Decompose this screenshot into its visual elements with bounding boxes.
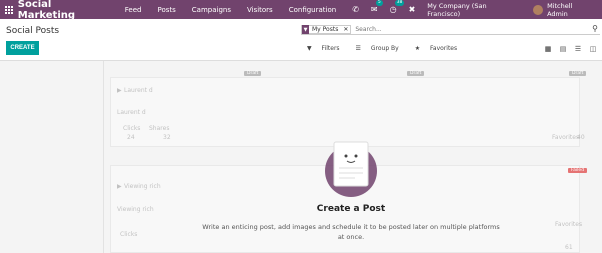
search-options: ▼ Filters ☰ Group By ★ Favorites — [307, 45, 473, 52]
failed-tag: Failed — [568, 168, 588, 173]
star-icon: ★ — [414, 45, 421, 52]
menu-posts[interactable]: Posts — [157, 6, 175, 14]
ghost-text: Laurent d — [117, 109, 146, 116]
pivot-view-icon[interactable]: ◫ — [586, 44, 600, 53]
activities-badge: 38 — [394, 0, 405, 6]
ghost-text: Shares — [149, 125, 170, 132]
search-icon[interactable]: ⚲ — [592, 24, 598, 33]
search-bar: ▼ My Posts ✕ ⚲ — [301, 24, 600, 35]
search-facet: ▼ My Posts ✕ — [301, 25, 352, 34]
top-navbar: Social Marketing Feed Posts Campaigns Vi… — [0, 0, 602, 21]
view-switcher: ▦ ▤ ☰ ◫ — [541, 44, 601, 53]
draft-tag: Draft — [407, 71, 425, 76]
filter-icon: ▼ — [302, 25, 309, 34]
list-view-icon[interactable]: ☰ — [571, 44, 585, 53]
helper-text: Write an enticing post, add images and s… — [202, 223, 500, 241]
post-illustration — [325, 141, 377, 197]
ghost-text: Clicks — [120, 231, 138, 238]
facet-label: My Posts — [312, 26, 339, 33]
messages-icon[interactable]: ✉ 5 — [371, 0, 383, 14]
ghost-value: 40 — [577, 134, 585, 141]
menu-visitors[interactable]: Visitors — [247, 6, 273, 14]
apps-menu-icon[interactable] — [0, 0, 18, 19]
filters-button[interactable]: ▼ Filters — [307, 45, 348, 52]
menu-campaigns[interactable]: Campaigns — [192, 6, 231, 14]
debug-tools-icon[interactable]: ✖ — [409, 5, 416, 14]
control-panel: Social Posts CREATE ▼ My Posts ✕ ⚲ ▼ Fil… — [0, 19, 602, 61]
favorites-label: Favorites — [430, 45, 458, 52]
user-menu[interactable]: Mitchell Admin — [547, 2, 594, 18]
systray: ✆ ✉ 5 ◷ 38 ✖ My Company (San Francisco) Mi… — [352, 0, 602, 19]
create-button[interactable]: CREATE — [6, 41, 39, 55]
draft-tag: Draft — [569, 71, 587, 76]
ghost-value: 61 — [565, 244, 573, 251]
video-icon: ▶ — [117, 183, 122, 190]
company-switcher[interactable]: My Company (San Francisco) — [427, 2, 519, 18]
groupby-label: Group By — [370, 45, 399, 52]
avatar[interactable] — [533, 4, 544, 15]
draft-tag: Draft — [244, 71, 262, 76]
ghost-card — [110, 77, 580, 147]
helper-title: Create a Post — [316, 204, 386, 214]
menu-feed[interactable]: Feed — [125, 6, 142, 14]
page-title: Social Posts — [6, 26, 60, 36]
layers-icon: ☰ — [355, 45, 361, 52]
app-brand[interactable]: Social Marketing — [18, 0, 111, 21]
calendar-view-icon[interactable]: ▤ — [556, 44, 570, 53]
activities-icon[interactable]: ◷ 38 — [390, 0, 405, 14]
ghost-text: Clicks — [123, 125, 141, 132]
facet-remove-icon[interactable]: ✕ — [341, 26, 350, 33]
funnel-icon: ▼ — [307, 45, 312, 52]
ghost-text: Favorites — [555, 221, 583, 228]
video-icon: ▶ — [117, 87, 122, 94]
phone-icon[interactable]: ✆ — [352, 5, 359, 14]
ghost-text: Laurent d — [124, 87, 153, 94]
ghost-text: Viewing rich — [124, 183, 161, 190]
ghost-value: 32 — [163, 134, 171, 141]
menu-configuration[interactable]: Configuration — [289, 6, 336, 14]
search-input[interactable] — [355, 26, 586, 33]
messages-badge: 5 — [375, 0, 383, 6]
groupby-button[interactable]: ☰ Group By — [356, 45, 407, 52]
ghost-text: Viewing rich — [117, 206, 154, 213]
ghost-text: Favorites — [552, 134, 580, 141]
ghost-value: 24 — [127, 134, 135, 141]
filters-label: Filters — [321, 45, 340, 52]
kanban-view-icon[interactable]: ▦ — [541, 44, 555, 53]
favorites-button[interactable]: ★ Favorites — [415, 45, 465, 52]
